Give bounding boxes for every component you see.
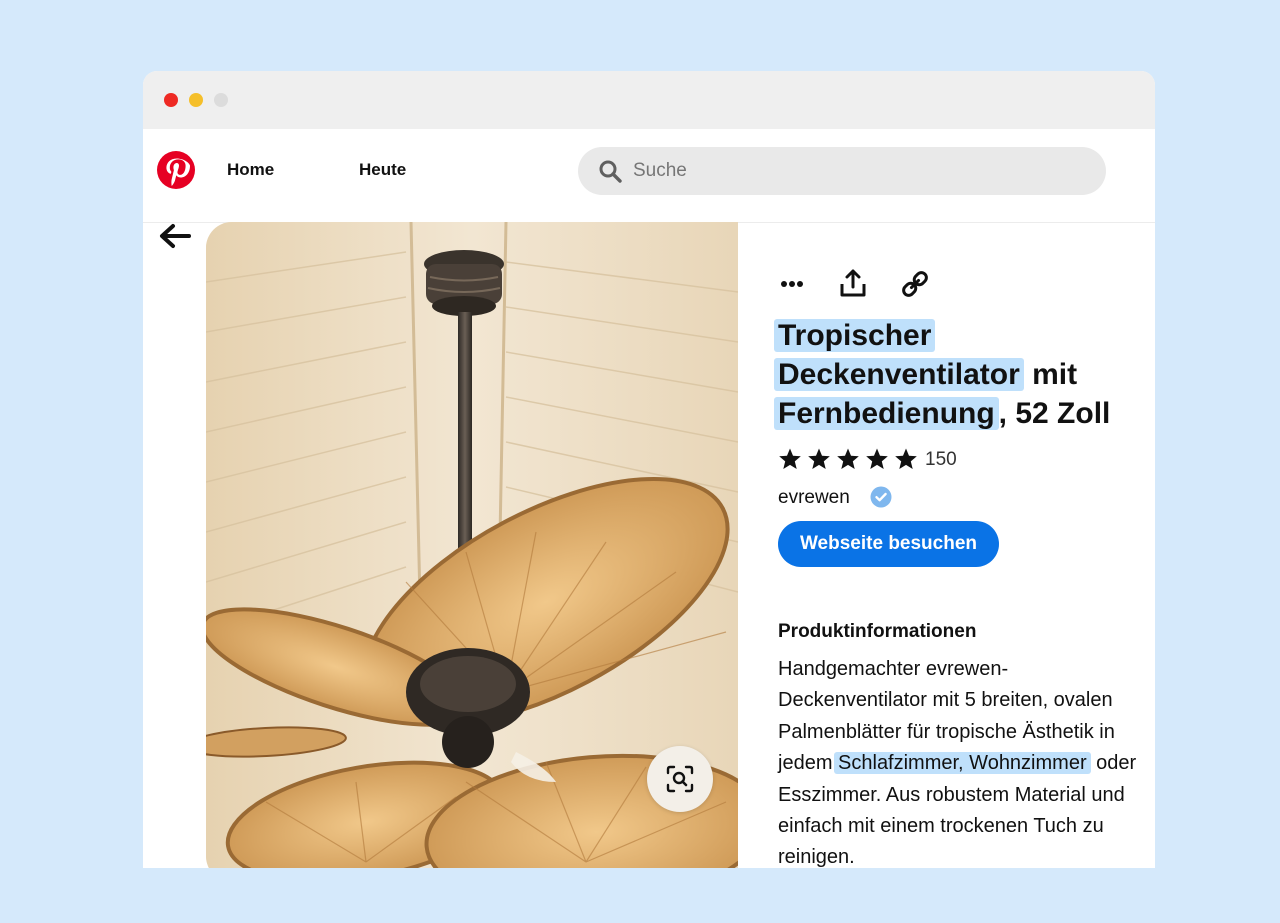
pin-image[interactable] — [206, 222, 738, 868]
title-highlight: Tropischer — [774, 319, 936, 352]
nav-heute-link[interactable]: Heute — [359, 160, 406, 180]
visual-search-icon — [666, 765, 694, 793]
search-icon — [599, 160, 622, 183]
pin-details: Tropischer Deckenventilator mit Fernbedien… — [774, 222, 1148, 868]
star-icon — [808, 448, 830, 469]
title-bar — [143, 71, 1155, 129]
close-window-button[interactable] — [164, 93, 178, 107]
title-text: , 52 Zoll — [998, 397, 1111, 430]
minimize-window-button[interactable] — [189, 93, 203, 107]
link-icon[interactable] — [898, 267, 932, 301]
creator[interactable]: evrewen — [778, 484, 978, 512]
search-bar[interactable] — [578, 147, 1106, 195]
arrow-left-icon[interactable] — [157, 221, 193, 251]
product-info-heading: Produktinformationen — [778, 621, 977, 642]
top-navbar: Home Heute — [143, 129, 1155, 223]
rating-count[interactable]: 150 — [925, 449, 957, 471]
creator-name[interactable]: evrewen — [778, 487, 850, 509]
title-highlight: Deckenventilator — [774, 358, 1024, 391]
star-icon — [837, 448, 859, 469]
visit-website-button[interactable]: Webseite besuchen — [778, 521, 999, 567]
browser-window: Home Heute Suche Tropischer Deckenventil… — [143, 71, 1155, 868]
star-icon — [866, 448, 888, 469]
search-input[interactable] — [633, 147, 1083, 195]
pinterest-logo-icon[interactable] — [157, 151, 195, 189]
nav-home-link[interactable]: Home — [227, 160, 274, 180]
title-highlight: Fernbedienung — [774, 397, 999, 430]
verified-badge-icon — [870, 486, 892, 508]
share-icon[interactable] — [836, 267, 870, 301]
star-rating: 150 — [778, 447, 1028, 473]
product-info-text: Handgemachter evrewen-Deckenventilator m… — [778, 654, 1148, 868]
pin-title: Tropischer Deckenventilator mit Fernbedien… — [774, 316, 1148, 433]
visual-search-button[interactable] — [647, 746, 713, 812]
star-icon — [779, 448, 801, 469]
star-icon — [895, 448, 917, 469]
more-icon[interactable] — [778, 267, 812, 301]
maximize-window-button[interactable] — [214, 93, 228, 107]
info-text-highlight: Schlafzimmer, Wohnzimmer — [834, 752, 1091, 775]
pin-actions — [778, 267, 978, 301]
title-text: mit — [1023, 358, 1078, 391]
